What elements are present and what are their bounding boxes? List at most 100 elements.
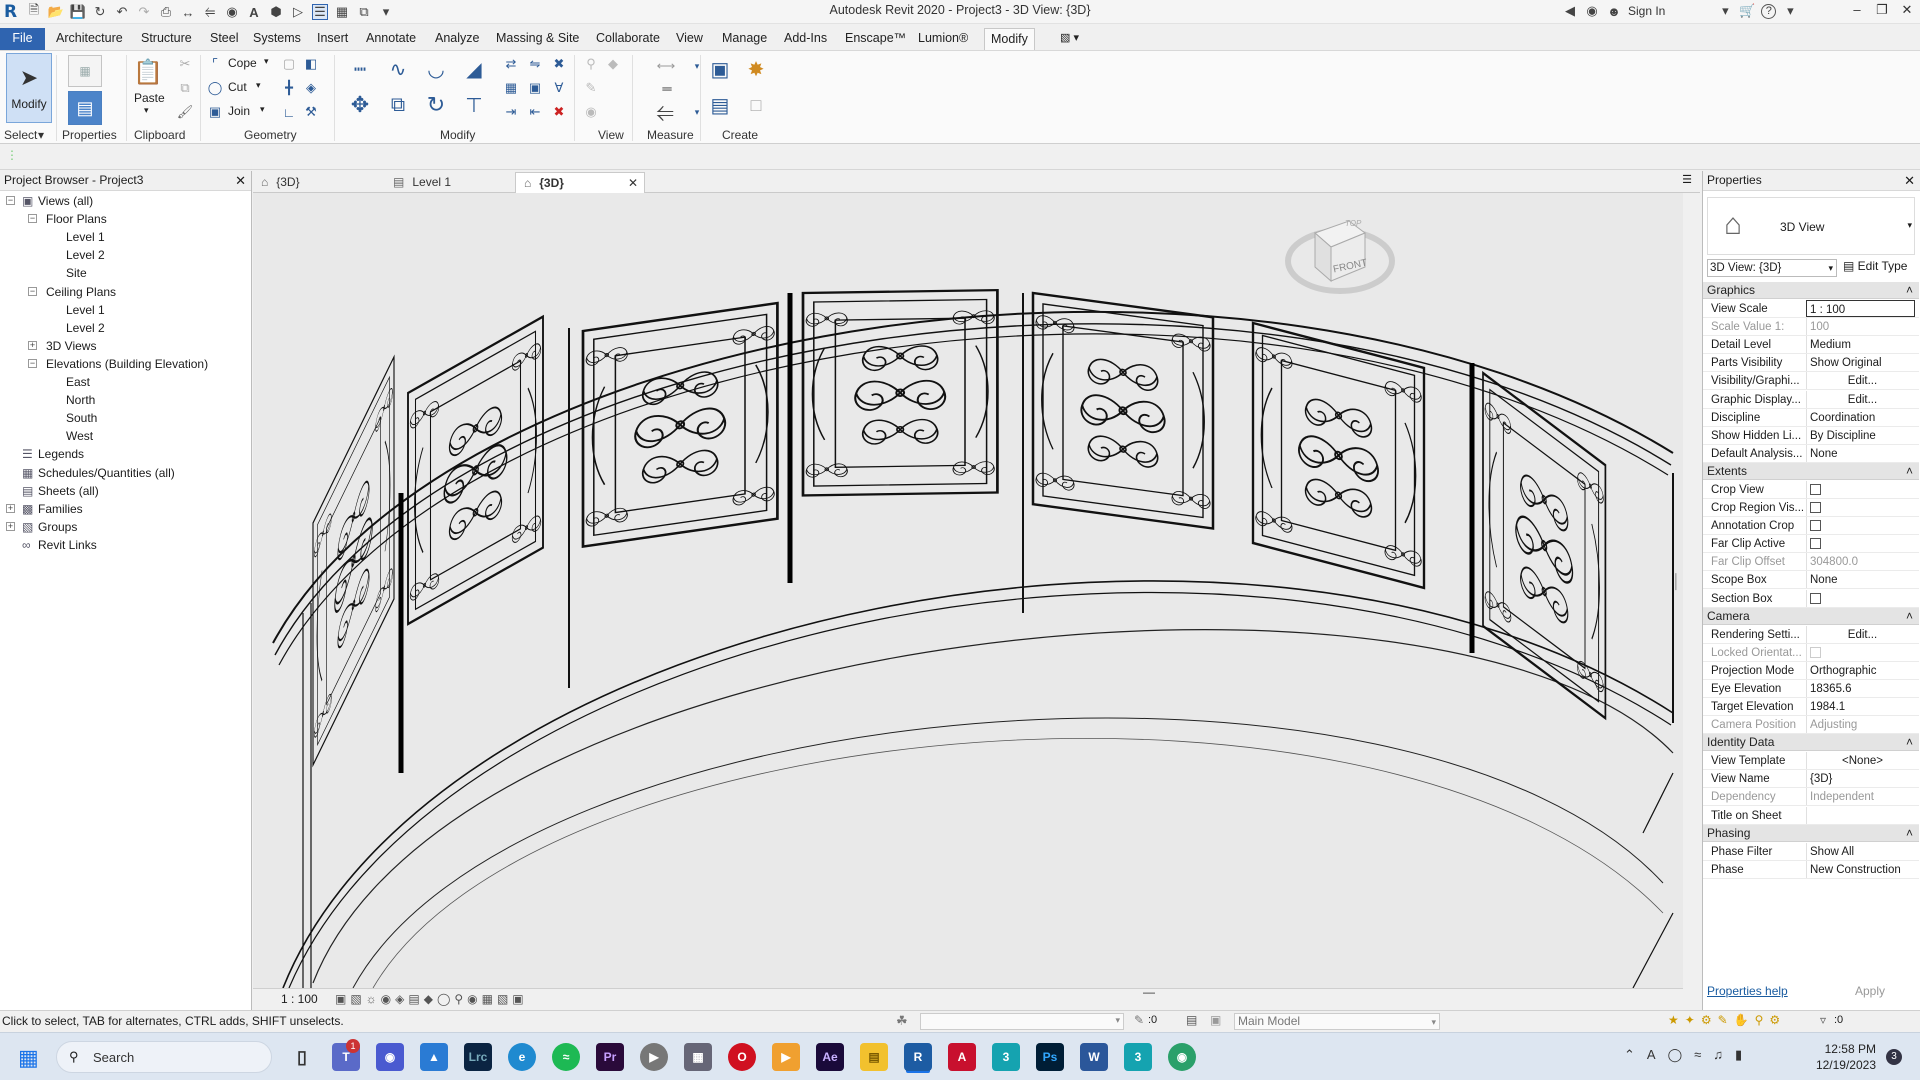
lightroom-icon[interactable]: Lrc: [464, 1043, 492, 1071]
cut-geometry-icon[interactable]: ◯: [206, 79, 224, 97]
tab-structure[interactable]: Structure: [135, 28, 198, 50]
video-chat-icon[interactable]: ◉: [376, 1043, 404, 1071]
select-dropdown-icon[interactable]: ▾: [38, 128, 44, 142]
3ds-max-icon[interactable]: 3: [1124, 1043, 1152, 1071]
match-properties-icon[interactable]: 🖌: [176, 103, 194, 121]
design-option-dropdown[interactable]: Main Model ▾: [1234, 1013, 1440, 1030]
tree-item[interactable]: Level 1: [66, 301, 105, 319]
cut-label[interactable]: Cut: [228, 80, 247, 94]
workset-dropdown[interactable]: ▾: [920, 1013, 1124, 1030]
cope-dropdown-icon[interactable]: ▾: [264, 56, 269, 67]
collapse-icon[interactable]: −: [28, 214, 37, 224]
wall-joins-icon[interactable]: ╋: [280, 79, 298, 97]
design-options-icon[interactable]: ▤: [1186, 1013, 1197, 1027]
tree-item[interactable]: South: [66, 409, 97, 427]
after-effects-icon[interactable]: Ae: [816, 1043, 844, 1071]
collapse-icon[interactable]: −: [28, 358, 37, 368]
collapse-icon[interactable]: −: [6, 196, 15, 205]
property-group-header[interactable]: Camera ˄: [1703, 607, 1919, 625]
paint-icon[interactable]: ◧: [302, 55, 320, 73]
tab-steel[interactable]: Steel: [204, 28, 245, 50]
tree-item[interactable]: ∞ Revit Links: [22, 536, 97, 554]
cut-dropdown-icon[interactable]: ▾: [256, 80, 261, 91]
copy-clipboard-icon[interactable]: ⧉: [176, 79, 194, 97]
property-value[interactable]: {3D}: [1806, 770, 1915, 788]
tree-item[interactable]: ▤ Sheets (all): [22, 482, 99, 500]
selector-dropdown-icon[interactable]: ▾: [1828, 260, 1833, 276]
paste-dropdown-icon[interactable]: ▾: [144, 105, 149, 116]
trim-extend-icon[interactable]: ⊤: [460, 91, 488, 119]
photoshop-icon[interactable]: Ps: [1036, 1043, 1064, 1071]
opera-icon[interactable]: O: [728, 1043, 756, 1071]
help-icon[interactable]: ?: [1761, 3, 1777, 19]
file-explorer-icon[interactable]: ▤: [860, 1043, 888, 1071]
clipboard-paste-icon[interactable]: 📋: [132, 55, 164, 89]
property-value[interactable]: By Discipline: [1806, 426, 1915, 444]
collapse-icon[interactable]: −: [28, 286, 37, 296]
type-dropdown-icon[interactable]: ▾: [1907, 220, 1912, 231]
property-checkbox[interactable]: [1806, 480, 1915, 498]
dimension-dropdown-icon[interactable]: ▾: [688, 103, 706, 121]
collapse-group-icon[interactable]: ˄: [1906, 734, 1913, 751]
autocad-icon[interactable]: A: [948, 1043, 976, 1071]
binoculars-icon[interactable]: ◉: [1584, 3, 1600, 19]
delete-icon[interactable]: ✖: [550, 103, 568, 121]
rotate-icon[interactable]: ↻: [422, 91, 450, 119]
view-control-icons[interactable]: ▣▧☼◉◈▤◆◯⚲◉▦▧▣: [335, 992, 528, 1006]
calculator-icon[interactable]: ▦: [684, 1043, 712, 1071]
tree-item[interactable]: East: [66, 373, 90, 391]
align-icon[interactable]: ┉: [346, 55, 374, 83]
filter-icon[interactable]: ▿: [1820, 1013, 1826, 1027]
contextual-tab-dropdown-icon[interactable]: ▧ ▾: [1054, 28, 1085, 50]
close-icon[interactable]: ✕: [1904, 171, 1915, 190]
taskbar-time[interactable]: 12:58 PM: [1800, 1042, 1876, 1056]
vlc-icon[interactable]: ▶: [772, 1043, 800, 1071]
property-group-header[interactable]: Identity Data ˄: [1703, 734, 1919, 752]
split-face-icon[interactable]: ▢: [280, 55, 298, 73]
view-scale-control[interactable]: 1 : 100: [281, 992, 318, 1006]
user-icon[interactable]: ☻: [1606, 3, 1622, 19]
tab-insert[interactable]: Insert: [311, 28, 354, 50]
3ds-icon[interactable]: 3: [992, 1043, 1020, 1071]
properties-help-link[interactable]: Properties help: [1707, 984, 1788, 998]
aligned-dimension-tool-icon[interactable]: ⥢: [648, 97, 682, 127]
select-panel-label[interactable]: Select: [4, 128, 37, 142]
demolish-icon[interactable]: ◈: [302, 79, 320, 97]
reveal-icon[interactable]: ◉: [582, 103, 600, 121]
taskbar-date[interactable]: 12/19/2023: [1800, 1058, 1876, 1072]
create-assembly-icon[interactable]: ▣: [706, 55, 734, 83]
property-value[interactable]: New Construction: [1806, 860, 1915, 878]
exclude-options-icon[interactable]: ▣: [1210, 1013, 1221, 1027]
create-group-icon[interactable]: ▤: [706, 91, 734, 119]
windows-start-icon[interactable]: ▦: [18, 1045, 39, 1071]
mirror-draw-axis-icon[interactable]: ◢: [460, 55, 488, 83]
expand-icon[interactable]: +: [6, 503, 15, 513]
tab-architecture[interactable]: Architecture: [50, 28, 129, 50]
property-value[interactable]: 1 : 100: [1806, 300, 1915, 317]
pin-icon[interactable]: ∀: [550, 79, 568, 97]
property-value[interactable]: Coordination: [1806, 408, 1915, 426]
type-properties-button[interactable]: ▦: [68, 55, 102, 87]
help-dropdown-icon[interactable]: ▾: [1782, 3, 1798, 19]
property-value[interactable]: 18365.6: [1806, 679, 1915, 697]
tree-item[interactable]: West: [66, 427, 93, 445]
tree-item[interactable]: ☰ Legends: [22, 445, 84, 463]
property-value[interactable]: Show All: [1806, 842, 1915, 860]
instance-selector[interactable]: 3D View: {3D} ▾: [1707, 259, 1837, 277]
trim-multiple-icon[interactable]: ⇥: [502, 103, 520, 121]
tree-item[interactable]: North: [66, 391, 95, 409]
expand-icon[interactable]: +: [6, 521, 15, 531]
view-tabs-menu-icon[interactable]: ☰: [1682, 173, 1692, 186]
property-value[interactable]: Show Original: [1806, 354, 1915, 372]
cope-label[interactable]: Cope: [228, 56, 257, 70]
property-value[interactable]: Medium: [1806, 336, 1915, 354]
tab-collaborate[interactable]: Collaborate: [590, 28, 666, 50]
beam-join-icon[interactable]: ∟: [280, 103, 298, 121]
property-value[interactable]: Orthographic: [1806, 661, 1915, 679]
collapse-group-icon[interactable]: ˄: [1906, 608, 1913, 625]
spotify-icon[interactable]: ≈: [552, 1043, 580, 1071]
tab-manage[interactable]: Manage: [716, 28, 773, 50]
tree-item[interactable]: Level 2: [66, 246, 105, 264]
split-gap-icon[interactable]: ⇋: [526, 55, 544, 73]
pick-tool-icon[interactable]: ⚒: [302, 103, 320, 121]
